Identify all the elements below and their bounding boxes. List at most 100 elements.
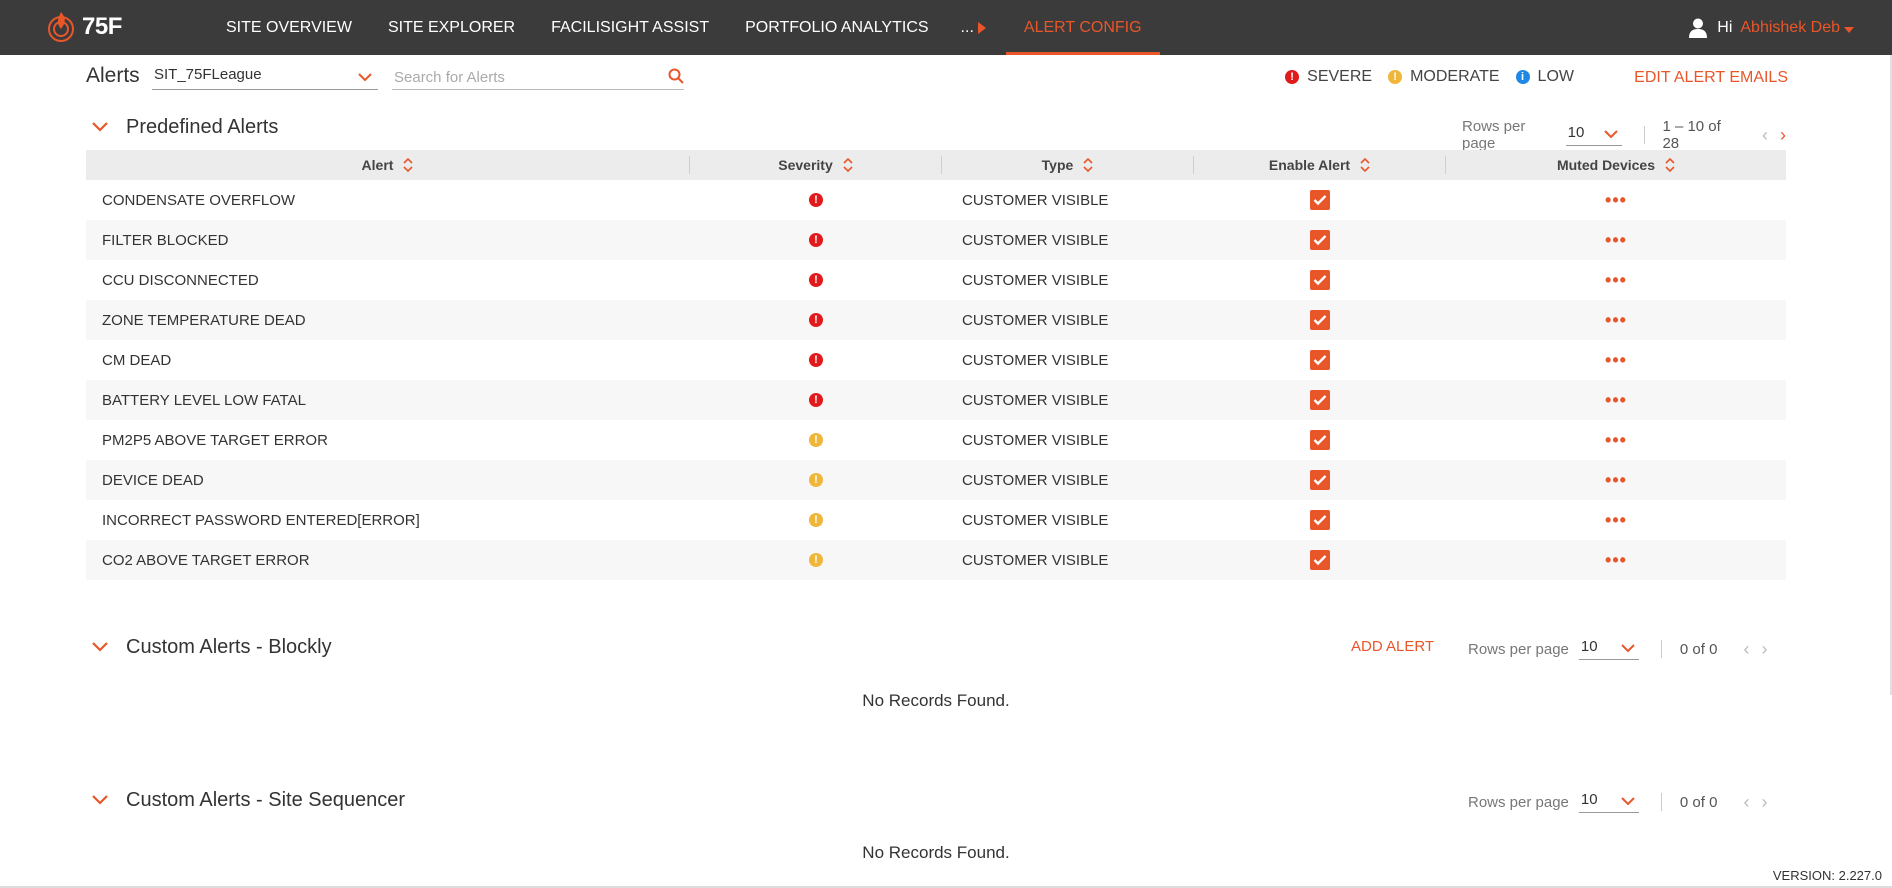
alert-name: FILTER BLOCKED: [102, 231, 229, 249]
page-range: 0 of 0: [1679, 793, 1718, 811]
enable-alert-cell: [1194, 390, 1446, 410]
chevron-down-icon: [1621, 797, 1635, 806]
chevron-right-icon[interactable]: ›: [1761, 639, 1767, 660]
pagination: Rows per page 10 0 of 0 ‹ ›: [1468, 638, 1767, 660]
site-select-value: SIT_75FLeague: [154, 66, 262, 83]
more-horizontal-icon[interactable]: •••: [1605, 311, 1627, 329]
nav-facilisight-assist[interactable]: FACILISIGHT ASSIST: [533, 0, 727, 55]
enable-alert-checkbox[interactable]: [1310, 510, 1330, 530]
empty-state: No Records Found.: [862, 691, 1010, 710]
severity-cell: !: [690, 273, 942, 287]
more-horizontal-icon[interactable]: •••: [1605, 271, 1627, 289]
search-input[interactable]: [392, 66, 652, 88]
table-row: CONDENSATE OVERFLOW! CUSTOMER VISIBLE •••: [86, 180, 1786, 220]
rows-per-page-label: Rows per page: [1468, 793, 1569, 811]
nav-more-label: ...: [960, 18, 974, 36]
muted-devices-cell: •••: [1446, 391, 1786, 409]
sequencer-alerts-header: Custom Alerts - Site Sequencer Rows per …: [86, 787, 1786, 817]
rows-per-page-value: 10: [1580, 791, 1598, 808]
more-horizontal-icon[interactable]: •••: [1605, 551, 1627, 569]
severity-cell: !: [690, 513, 942, 527]
table-row: PM2P5 ABOVE TARGET ERROR! CUSTOMER VISIBL…: [86, 420, 1786, 460]
alert-type: CUSTOMER VISIBLE: [962, 271, 1109, 289]
divider: [1660, 640, 1662, 658]
enable-alert-checkbox[interactable]: [1310, 550, 1330, 570]
check-icon: [1313, 475, 1327, 486]
chevron-left-icon[interactable]: ‹: [1762, 125, 1768, 146]
more-horizontal-icon[interactable]: •••: [1605, 431, 1627, 449]
moderate-icon: !: [809, 553, 823, 567]
more-horizontal-icon[interactable]: •••: [1605, 391, 1627, 409]
user-icon: [1689, 18, 1708, 38]
alert-name: PM2P5 ABOVE TARGET ERROR: [102, 431, 328, 449]
muted-devices-cell: •••: [1446, 271, 1786, 289]
alert-type: CUSTOMER VISIBLE: [962, 391, 1109, 409]
chevron-down-icon[interactable]: [92, 642, 108, 652]
check-icon: [1313, 275, 1327, 286]
chevron-right-icon[interactable]: ›: [1761, 792, 1767, 813]
column-header-type[interactable]: Type: [942, 156, 1194, 174]
check-icon: [1313, 515, 1327, 526]
column-header-enable-alert[interactable]: Enable Alert: [1194, 156, 1446, 174]
enable-alert-checkbox[interactable]: [1310, 230, 1330, 250]
muted-devices-cell: •••: [1446, 551, 1786, 569]
moderate-icon: !: [809, 513, 823, 527]
enable-alert-checkbox[interactable]: [1310, 310, 1330, 330]
nav-portfolio-analytics[interactable]: PORTFOLIO ANALYTICS: [727, 0, 946, 55]
enable-alert-checkbox[interactable]: [1310, 390, 1330, 410]
rows-per-page-select[interactable]: 10: [1565, 124, 1622, 146]
severe-icon: !: [809, 193, 823, 207]
check-icon: [1313, 355, 1327, 366]
more-horizontal-icon[interactable]: •••: [1605, 471, 1627, 489]
nav-site-explorer[interactable]: SITE EXPLORER: [370, 0, 533, 55]
chevron-left-icon[interactable]: ‹: [1743, 639, 1749, 660]
nav-site-overview[interactable]: SITE OVERVIEW: [208, 0, 370, 55]
alert-type: CUSTOMER VISIBLE: [962, 471, 1109, 489]
enable-alert-checkbox[interactable]: [1310, 470, 1330, 490]
more-horizontal-icon[interactable]: •••: [1605, 231, 1627, 249]
severity-cell: !: [690, 393, 942, 407]
column-header-muted-devices[interactable]: Muted Devices: [1446, 156, 1786, 174]
enable-alert-checkbox[interactable]: [1310, 350, 1330, 370]
more-horizontal-icon[interactable]: •••: [1605, 191, 1627, 209]
enable-alert-cell: [1194, 270, 1446, 290]
user-name: Abhishek Deb: [1740, 18, 1840, 36]
logo[interactable]: 75F: [44, 10, 122, 44]
column-label: Type: [1041, 157, 1074, 173]
search-icon[interactable]: [668, 68, 684, 84]
alert-type: CUSTOMER VISIBLE: [962, 231, 1109, 249]
severe-icon: !: [809, 313, 823, 327]
nav-alert-config[interactable]: ALERT CONFIG: [1005, 0, 1160, 55]
chevron-right-icon[interactable]: ›: [1780, 125, 1786, 146]
alert-name: CM DEAD: [102, 351, 172, 369]
enable-alert-checkbox[interactable]: [1310, 190, 1330, 210]
more-horizontal-icon[interactable]: •••: [1605, 511, 1627, 529]
site-select[interactable]: SIT_75FLeague: [152, 66, 378, 90]
chevron-down-icon: [1603, 130, 1618, 139]
predefined-alerts-header: Predefined Alerts Rows per page 10 1 – 1…: [86, 114, 1786, 152]
alert-type: CUSTOMER VISIBLE: [962, 431, 1109, 449]
chevron-left-icon[interactable]: ‹: [1743, 792, 1749, 813]
chevron-down-icon[interactable]: [92, 795, 108, 805]
column-header-severity[interactable]: Severity: [690, 156, 942, 174]
severity-cell: !: [690, 193, 942, 207]
severe-icon: !: [1285, 70, 1300, 84]
column-header-alert[interactable]: Alert: [86, 156, 690, 174]
rows-per-page-select[interactable]: 10: [1578, 638, 1639, 660]
column-label: Alert: [361, 157, 394, 173]
more-horizontal-icon[interactable]: •••: [1605, 351, 1627, 369]
pagination: Rows per page 10 0 of 0 ‹ ›: [1468, 791, 1767, 813]
sort-icon: [843, 157, 853, 173]
nav-more-button[interactable]: ...: [947, 0, 1000, 55]
add-alert-button[interactable]: ADD ALERT: [1351, 638, 1434, 655]
chevron-down-icon[interactable]: [92, 122, 108, 132]
enable-alert-checkbox[interactable]: [1310, 270, 1330, 290]
enable-alert-checkbox[interactable]: [1310, 430, 1330, 450]
rows-per-page-label: Rows per page: [1462, 118, 1526, 152]
search-box: [392, 66, 684, 90]
user-menu[interactable]: Hi Abhishek Deb: [1689, 0, 1854, 55]
rows-per-page-select[interactable]: 10: [1578, 791, 1639, 813]
edit-alert-emails-link[interactable]: EDIT ALERT EMAILS: [1634, 69, 1788, 87]
enable-alert-cell: [1194, 190, 1446, 210]
main-nav: SITE OVERVIEW SITE EXPLORER FACILISIGHT …: [208, 0, 1160, 55]
